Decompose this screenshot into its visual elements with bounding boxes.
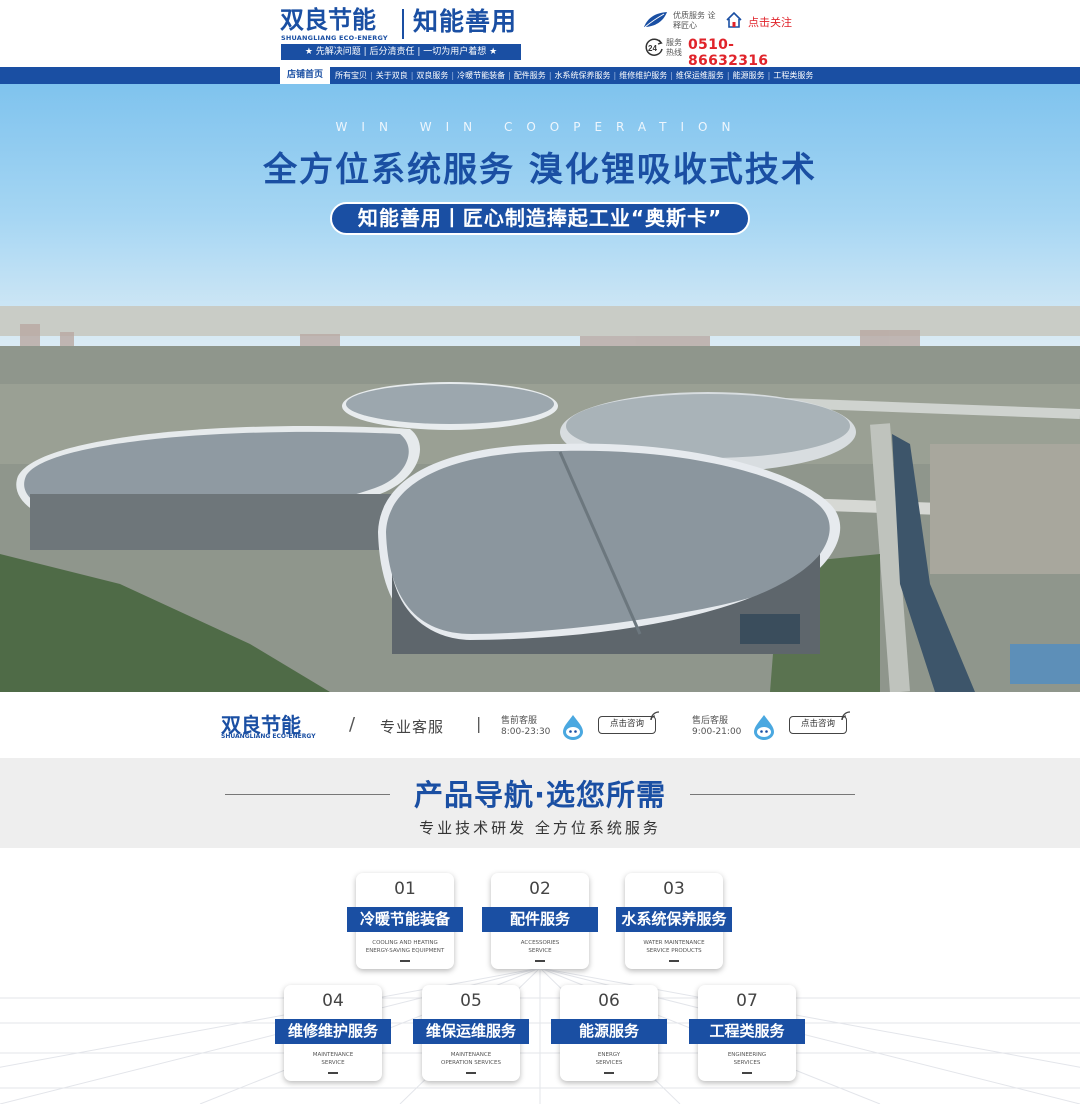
nav-item-all-products[interactable]: 所有宝贝 <box>335 67 367 84</box>
logo-slogan-bar: ★ 先解决问题 | 后分清责任 | 一切为用户着想 ★ <box>281 44 521 60</box>
nav-home[interactable]: 店铺首页 <box>280 67 330 84</box>
category-card-operation[interactable]: 05 维保运维服务 MAINTENANCE OPERATION SERVICES <box>413 985 529 1081</box>
card-dash <box>604 1072 614 1074</box>
nav-item-operation[interactable]: 维保运维服务 <box>676 67 724 84</box>
hero-banner: WIN WIN COOPERATION 全方位系统服务 溴化锂吸收式技术 知能善… <box>0 84 1080 692</box>
category-card-energy[interactable]: 06 能源服务 ENERGY SERVICES <box>551 985 667 1081</box>
card-en-text: MAINTENANCE SERVICE <box>312 1052 354 1066</box>
shop-header: 双良节能 SHUANGLIANG ECO-ENERGY 知能善用 ★ 先解决问题… <box>0 0 1080 69</box>
water-drop-mascot-icon <box>563 715 583 740</box>
service-slash: / <box>349 714 356 735</box>
presale-label: 售前客服 <box>501 716 538 726</box>
card-label: 维修维护服务 <box>275 1019 391 1044</box>
card-en-text: ACCESSORIES SERVICE <box>520 940 560 954</box>
nav-item-equipment[interactable]: 冷暖节能装备 <box>457 67 505 84</box>
card-number: 02 <box>529 879 551 899</box>
card-en-text: MAINTENANCE OPERATION SERVICES <box>441 1052 501 1066</box>
aftersale-label: 售后客服 <box>692 716 729 726</box>
hero-slogan-pill: 知能善用丨匠心制造捧起工业“奥斯卡” <box>330 202 750 235</box>
presale-consult-button[interactable]: 点击咨询 <box>598 716 656 734</box>
card-label: 水系统保养服务 <box>616 907 732 932</box>
follow-link[interactable]: 点击关注 <box>748 14 792 30</box>
card-number: 07 <box>736 991 758 1011</box>
card-number: 01 <box>394 879 416 899</box>
logo-slogan: 知能善用 <box>413 7 518 36</box>
card-dash <box>742 1072 752 1074</box>
hero-subtitle-en: WIN WIN COOPERATION <box>335 120 745 134</box>
card-number: 06 <box>598 991 620 1011</box>
customer-service-strip: 双良节能 SHUANGLIANG ECO-ENERGY / 专业客服 | 售前客… <box>0 692 1080 758</box>
service-logo-en: SHUANGLIANG ECO-ENERGY <box>221 733 316 740</box>
hotline-label: 服务 热线 <box>666 38 682 57</box>
aftersale-consult-button[interactable]: 点击咨询 <box>789 716 847 734</box>
signal-icon <box>650 711 660 721</box>
card-dash <box>400 960 410 962</box>
presale-service: 售前客服 8:00-23:30 点击咨询 <box>501 711 671 743</box>
24h-clock-icon: 24 <box>645 38 663 56</box>
nav-item-services[interactable]: 双良服务 <box>416 67 448 84</box>
card-label: 工程类服务 <box>689 1019 805 1044</box>
logo-en: SHUANGLIANG ECO-ENERGY <box>281 34 388 42</box>
aftersale-hours: 9:00-21:00 <box>692 727 742 737</box>
service-title: 专业客服 <box>380 718 445 736</box>
card-en-text: ENGINEERING SERVICES <box>727 1052 767 1066</box>
signal-icon <box>841 711 851 721</box>
card-dash <box>535 960 545 962</box>
card-en-text: COOLING AND HEATING ENERGY-SAVING EQUIPME… <box>365 940 445 954</box>
category-card-water-system[interactable]: 03 水系统保养服务 WATER MAINTENANCE SERVICE PROD… <box>616 873 732 969</box>
logo-cn: 双良节能 <box>280 6 376 34</box>
hero-title: 全方位系统服务 溴化锂吸收式技术 <box>263 150 817 190</box>
header-contact: 优质服务 诠释匠心 点击关注 24 服务 热线 0510-86632316 <box>642 9 812 69</box>
card-dash <box>669 960 679 962</box>
category-card-repair[interactable]: 04 维修维护服务 MAINTENANCE SERVICE <box>275 985 391 1081</box>
aftersale-service: 售后客服 9:00-21:00 点击咨询 <box>692 711 862 743</box>
card-number: 04 <box>322 991 344 1011</box>
nav-item-accessories[interactable]: 配件服务 <box>514 67 546 84</box>
card-dash <box>466 1072 476 1074</box>
category-card-equipment[interactable]: 01 冷暖节能装备 COOLING AND HEATING ENERGY-SAVI… <box>347 873 463 969</box>
nav-item-repair[interactable]: 维修维护服务 <box>619 67 667 84</box>
brand-logo[interactable]: 双良节能 SHUANGLIANG ECO-ENERGY 知能善用 ★ 先解决问题… <box>280 7 522 61</box>
presale-hours: 8:00-23:30 <box>501 727 551 737</box>
nav-item-water-system[interactable]: 水系统保养服务 <box>555 67 611 84</box>
card-label: 冷暖节能装备 <box>347 907 463 932</box>
category-card-engineering[interactable]: 07 工程类服务 ENGINEERING SERVICES <box>689 985 805 1081</box>
nav-item-engineering[interactable]: 工程类服务 <box>773 67 813 84</box>
service-divider: | <box>476 714 482 733</box>
product-nav-header: 产品导航·选您所需 专业技术研发 全方位系统服务 <box>0 758 1080 848</box>
product-nav-title: 产品导航·选您所需 <box>413 778 667 812</box>
card-label: 能源服务 <box>551 1019 667 1044</box>
home-icon[interactable] <box>725 11 743 29</box>
card-number: 05 <box>460 991 482 1011</box>
hotline-number[interactable]: 0510-86632316 <box>688 37 812 69</box>
nav-item-energy[interactable]: 能源服务 <box>733 67 765 84</box>
category-card-accessories[interactable]: 02 配件服务 ACCESSORIES SERVICE <box>482 873 598 969</box>
shop-nav-bar: 店铺首页 所有宝贝 | 关于双良 | 双良服务 | 冷暖节能装备 | 配件服务 | 水系统… <box>0 67 1080 84</box>
card-dash <box>328 1072 338 1074</box>
card-en-text: ENERGY SERVICES <box>595 1052 623 1066</box>
card-number: 03 <box>663 879 685 899</box>
quality-service-text: 优质服务 诠释匠心 <box>673 11 716 30</box>
product-nav-subtitle: 专业技术研发 全方位系统服务 <box>419 819 661 837</box>
nav-item-about[interactable]: 关于双良 <box>376 67 408 84</box>
water-drop-mascot-icon <box>754 715 774 740</box>
product-category-grid: 01 冷暖节能装备 COOLING AND HEATING ENERGY-SAVI… <box>0 848 1080 1104</box>
card-en-text: WATER MAINTENANCE SERVICE PRODUCTS <box>643 940 705 954</box>
svg-text:24: 24 <box>648 44 657 53</box>
card-label: 维保运维服务 <box>413 1019 529 1044</box>
leaf-icon <box>644 12 667 28</box>
nav-items: 所有宝贝 | 关于双良 | 双良服务 | 冷暖节能装备 | 配件服务 | 水系统保养服务 |… <box>335 67 813 84</box>
card-label: 配件服务 <box>482 907 598 932</box>
logo-divider <box>402 9 404 39</box>
